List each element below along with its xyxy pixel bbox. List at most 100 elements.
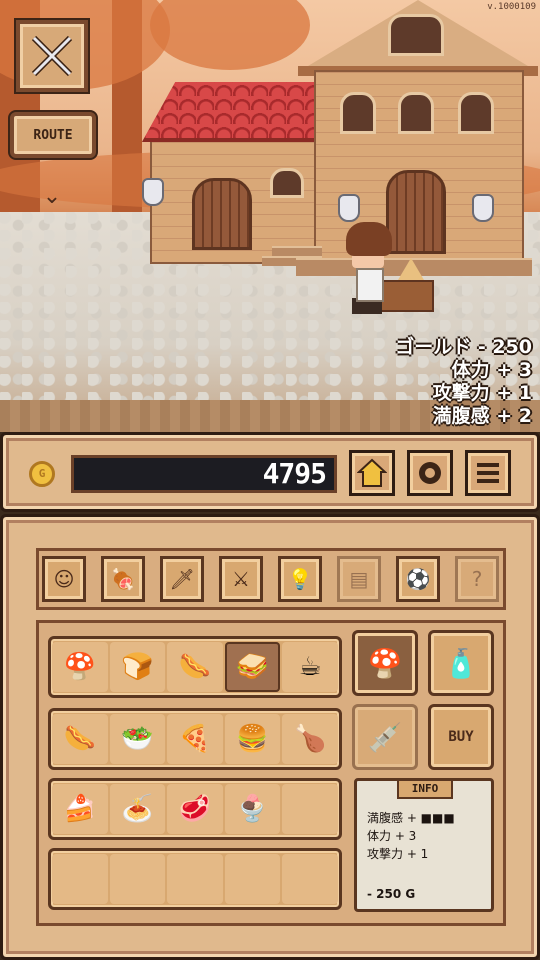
tab-weapon[interactable]: 🗡 — [160, 556, 204, 602]
gold-counter: 4795 — [71, 455, 337, 493]
crossed-swords-icon — [31, 35, 73, 77]
bottle-icon: 🧴 — [443, 646, 479, 680]
window — [458, 92, 494, 134]
lantern-icon — [472, 194, 494, 222]
tab-scroll[interactable]: ▤ — [337, 556, 381, 602]
lantern-icon — [142, 178, 164, 206]
hotdog-icon: 🌭 — [63, 724, 96, 754]
item-slot[interactable]: 🍝 — [109, 784, 166, 834]
item-slot[interactable]: 🍔 — [224, 714, 281, 764]
lantern-icon — [338, 194, 360, 222]
item-slot[interactable]: 🍗 — [282, 714, 338, 764]
reward-attack: 攻撃力 + 1 — [432, 382, 532, 404]
reward-fullness: 満腹感 + 2 — [432, 405, 532, 427]
tab-ball[interactable]: ⚽ — [396, 556, 440, 602]
tab-character[interactable]: ☺ — [42, 556, 86, 602]
info-price: - 250 G — [367, 887, 416, 901]
window — [398, 92, 434, 134]
house-door — [386, 170, 446, 254]
wooden-table — [376, 280, 434, 312]
steak-icon: 🥩 — [178, 794, 212, 824]
drink-item-button[interactable]: 🧴 — [428, 630, 494, 696]
mushroom-icon: 🍄 — [367, 646, 403, 680]
pasta-icon: 🍝 — [121, 794, 154, 824]
reward-popup: ゴールド - 250 体力 + 3 攻撃力 + 1 満腹感 + 2 — [395, 336, 532, 428]
item-slot[interactable]: 🍰 — [52, 784, 108, 834]
item-row: 🍄 🍞 🌭 🥪 ☕ — [48, 636, 342, 698]
home-icon — [357, 458, 387, 487]
info-fullness: 満腹感 + ■■■ — [367, 811, 455, 825]
item-slot[interactable]: ☕ — [282, 642, 338, 692]
cake-icon: 🍰 — [63, 794, 96, 824]
item-row — [48, 848, 342, 910]
stair-step — [272, 246, 322, 256]
item-slot[interactable]: 🍄 — [52, 642, 108, 692]
mushroom-icon: 🍄 — [63, 652, 96, 682]
attic-window — [388, 14, 444, 56]
item-slot[interactable]: 🌭 — [52, 714, 108, 764]
character-icon: ☺ — [53, 567, 75, 591]
item-row: 🍰 🍝 🥩 🍨 — [48, 778, 342, 840]
buy-label: BUY — [448, 729, 474, 745]
empty-slot[interactable] — [282, 784, 338, 834]
item-row: 🌭 🥗 🍕 🍔 🍗 — [48, 708, 342, 770]
sandwich-icon: 🥪 — [236, 652, 269, 682]
crossed-swords-icon: ⚔ — [232, 567, 250, 591]
lightbulb-icon: 💡 — [287, 567, 313, 591]
reward-stamina: 体力 + 3 — [451, 359, 532, 381]
info-attack: 攻撃力 + 1 — [367, 847, 429, 861]
bread-icon: 🍞 — [121, 652, 154, 682]
ball-icon: ⚽ — [405, 567, 431, 591]
info-title: INFO — [397, 779, 453, 799]
syringe-item-button[interactable]: 💉 — [352, 704, 418, 770]
tab-food[interactable]: 🍖 — [101, 556, 145, 602]
chicken-leg-icon: 🍗 — [293, 724, 327, 754]
parfait-icon: 🍨 — [236, 794, 269, 824]
tab-unknown[interactable]: ? — [455, 556, 499, 602]
home-button[interactable] — [349, 450, 395, 496]
gold-coin-icon: G — [29, 461, 55, 487]
pizza-icon: 🍕 — [178, 724, 212, 754]
selected-item-preview: 🍄 — [352, 630, 418, 696]
settings-button[interactable] — [407, 450, 453, 496]
red-tile-roof — [142, 82, 327, 142]
coffee-icon: ☕ — [298, 652, 322, 682]
empty-slot[interactable] — [224, 854, 281, 904]
item-slot[interactable]: 🥪 — [224, 642, 281, 692]
tab-skill[interactable]: 💡 — [278, 556, 322, 602]
character-body — [356, 268, 384, 302]
burger-icon: 🍔 — [236, 724, 269, 754]
info-stamina: 体力 + 3 — [367, 829, 417, 843]
menu-button[interactable] — [465, 450, 511, 496]
sausage-icon: 🌭 — [178, 652, 212, 682]
window — [340, 92, 376, 134]
hud-bar: G 4795 — [0, 432, 540, 512]
route-button[interactable]: ROUTE — [10, 112, 96, 158]
tab-battle[interactable]: ⚔ — [219, 556, 263, 602]
empty-slot[interactable] — [282, 854, 338, 904]
syringe-icon: 💉 — [367, 720, 403, 754]
item-slot[interactable]: 🥗 — [109, 714, 166, 764]
meat-icon: 🍖 — [110, 567, 136, 591]
item-slot[interactable]: 🌭 — [167, 642, 223, 692]
character-hair — [346, 222, 392, 256]
empty-slot[interactable] — [109, 854, 166, 904]
version-label: v.1000109 — [487, 2, 536, 12]
item-slot[interactable]: 🍨 — [224, 784, 281, 834]
item-slot[interactable]: 🍞 — [109, 642, 166, 692]
menu-icon — [477, 463, 499, 483]
chevron-down-icon[interactable]: ⌄ — [38, 182, 66, 212]
info-panel: INFO 満腹感 + ■■■ 体力 + 3 攻撃力 + 1 - 250 G — [354, 778, 494, 912]
buy-button[interactable]: BUY — [428, 704, 494, 770]
empty-slot[interactable] — [52, 854, 108, 904]
empty-slot[interactable] — [167, 854, 223, 904]
salad-icon: 🥗 — [121, 724, 154, 754]
battle-button[interactable] — [16, 20, 88, 92]
game-scene: v.1000109 ROUTE ⌄ ゴールド - 250 体力 + 3 攻撃力 … — [0, 0, 540, 432]
sword-icon: 🗡 — [169, 567, 195, 591]
scroll-icon: ▤ — [349, 567, 369, 591]
item-slot[interactable]: 🥩 — [167, 784, 223, 834]
gear-icon — [419, 462, 441, 484]
item-slot[interactable]: 🍕 — [167, 714, 223, 764]
autumn-leaves — [150, 0, 310, 70]
